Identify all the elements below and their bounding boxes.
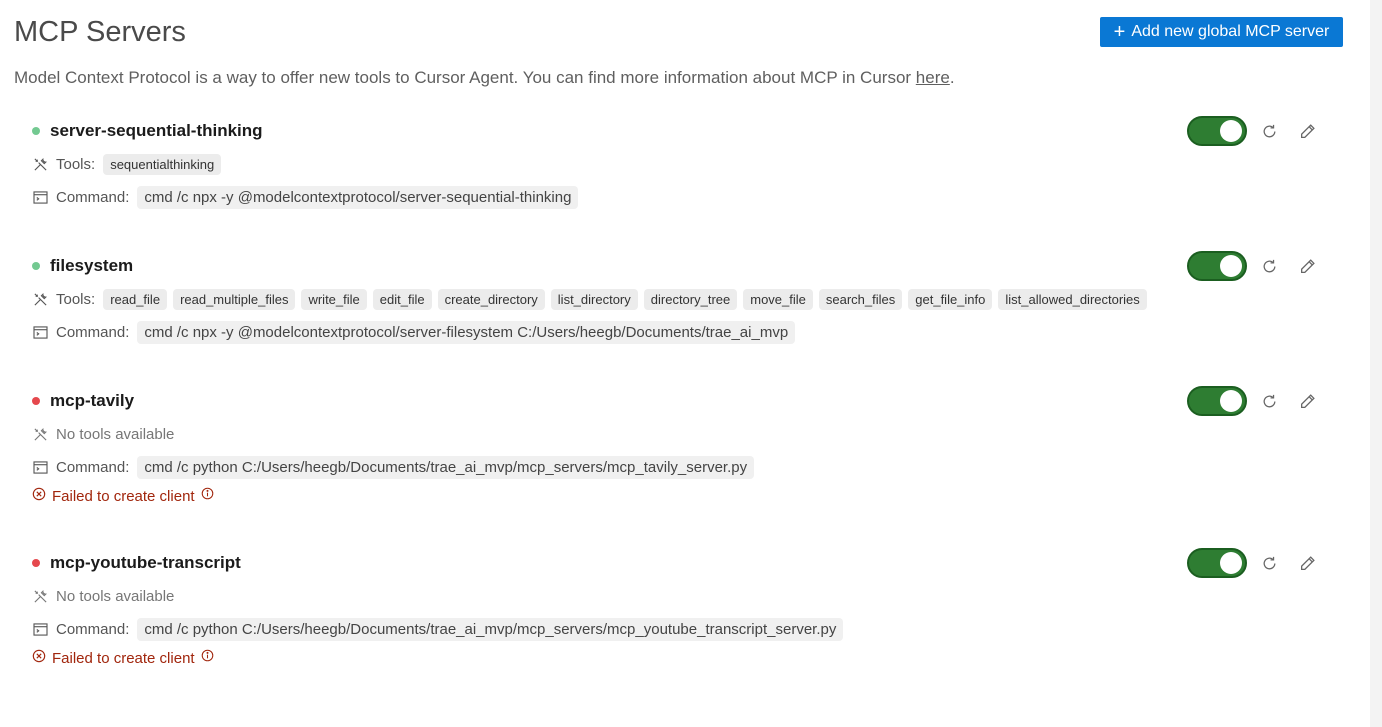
- scrollbar[interactable]: [1370, 0, 1382, 727]
- pencil-icon[interactable]: [1296, 255, 1318, 277]
- command-label: Command:: [56, 323, 130, 341]
- tool-chip: get_file_info: [908, 288, 993, 310]
- tool-chip: directory_tree: [643, 288, 738, 310]
- command-label: Command:: [56, 458, 130, 476]
- error-message: Failed to create client: [52, 487, 195, 505]
- terminal-window-icon: [32, 459, 48, 475]
- status-dot-ok: [32, 262, 40, 270]
- tool-chip: move_file: [743, 288, 813, 310]
- pencil-icon[interactable]: [1296, 120, 1318, 142]
- server-enabled-toggle[interactable]: [1187, 548, 1247, 578]
- tool-chip: list_allowed_directories: [998, 288, 1147, 310]
- tool-chip: list_directory: [550, 288, 638, 310]
- command-label: Command:: [56, 188, 130, 206]
- status-dot-error: [32, 559, 40, 567]
- tool-chip: write_file: [301, 288, 367, 310]
- server-name: mcp-youtube-transcript: [50, 553, 241, 572]
- plus-icon: +: [1113, 21, 1126, 43]
- tools-label: Tools:: [56, 155, 96, 173]
- refresh-icon[interactable]: [1258, 390, 1280, 412]
- status-dot-ok: [32, 127, 40, 135]
- description-end: .: [949, 68, 955, 87]
- circle-x-icon: [32, 649, 46, 668]
- command-label: Command:: [56, 620, 130, 638]
- tools-label: Tools:: [56, 290, 96, 308]
- tool-chip: create_directory: [437, 288, 545, 310]
- server-card-sequential-thinking: server-sequential-thinking Tools: sequen…: [32, 118, 1332, 209]
- server-card-mcp-youtube-transcript: mcp-youtube-transcript No tools availabl…: [32, 550, 1332, 669]
- tool-chip: read_file: [103, 288, 168, 310]
- server-controls: [1187, 548, 1318, 578]
- page-description: Model Context Protocol is a way to offer…: [14, 68, 955, 88]
- server-controls: [1187, 386, 1318, 416]
- server-card-filesystem: filesystem Tools: read_file read_multipl…: [32, 253, 1332, 344]
- status-dot-error: [32, 397, 40, 405]
- mcp-info-link[interactable]: here: [916, 68, 950, 87]
- server-enabled-toggle[interactable]: [1187, 386, 1247, 416]
- terminal-window-icon: [32, 324, 48, 340]
- wrench-screwdriver-icon: [32, 588, 48, 604]
- wrench-screwdriver-icon: [32, 426, 48, 442]
- tool-chip: read_multiple_files: [173, 288, 296, 310]
- refresh-icon[interactable]: [1258, 255, 1280, 277]
- page-title: MCP Servers: [14, 16, 186, 48]
- pencil-icon[interactable]: [1296, 552, 1318, 574]
- wrench-screwdriver-icon: [32, 156, 48, 172]
- command-value: cmd /c npx -y @modelcontextprotocol/serv…: [137, 320, 796, 344]
- description-text: Model Context Protocol is a way to offer…: [14, 68, 916, 87]
- circle-x-icon: [32, 487, 46, 506]
- terminal-window-icon: [32, 621, 48, 637]
- server-name: mcp-tavily: [50, 391, 135, 410]
- error-message: Failed to create client: [52, 649, 195, 667]
- refresh-icon[interactable]: [1258, 552, 1280, 574]
- tool-chip: sequentialthinking: [103, 153, 222, 175]
- command-value: cmd /c npx -y @modelcontextprotocol/serv…: [137, 185, 579, 209]
- command-value: cmd /c python C:/Users/heegb/Documents/t…: [137, 455, 755, 479]
- info-circle-icon[interactable]: [201, 649, 214, 667]
- no-tools-text: No tools available: [56, 425, 175, 443]
- no-tools-text: No tools available: [56, 587, 175, 605]
- tool-chip: edit_file: [372, 288, 432, 310]
- add-button-label: Add new global MCP server: [1131, 23, 1330, 40]
- pencil-icon[interactable]: [1296, 390, 1318, 412]
- wrench-screwdriver-icon: [32, 291, 48, 307]
- tool-chip: search_files: [818, 288, 903, 310]
- server-name: filesystem: [50, 256, 134, 275]
- refresh-icon[interactable]: [1258, 120, 1280, 142]
- command-value: cmd /c python C:/Users/heegb/Documents/t…: [137, 617, 844, 641]
- server-enabled-toggle[interactable]: [1187, 251, 1247, 281]
- server-controls: [1187, 251, 1318, 281]
- mcp-settings-page: MCP Servers + Add new global MCP server …: [0, 0, 1382, 727]
- server-card-mcp-tavily: mcp-tavily No tools available Command: c…: [32, 388, 1332, 507]
- server-enabled-toggle[interactable]: [1187, 116, 1247, 146]
- terminal-window-icon: [32, 189, 48, 205]
- server-controls: [1187, 116, 1318, 146]
- add-global-mcp-server-button[interactable]: + Add new global MCP server: [1100, 17, 1343, 47]
- info-circle-icon[interactable]: [201, 487, 214, 505]
- server-name: server-sequential-thinking: [50, 121, 263, 140]
